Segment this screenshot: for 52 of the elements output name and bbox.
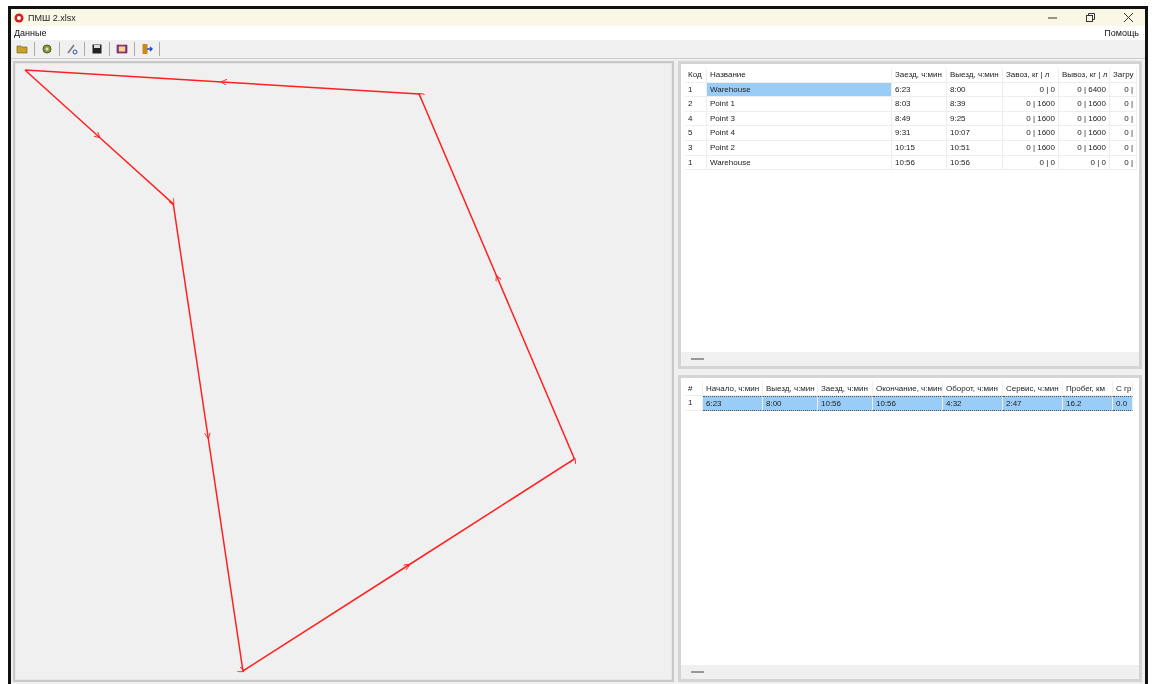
table-cell: 2:47 (1003, 396, 1063, 411)
column-header[interactable]: Выезд, ч:мин (947, 68, 1003, 83)
book-button[interactable] (114, 41, 130, 57)
column-header[interactable]: Заезд, ч:мин (818, 381, 873, 397)
table-cell: 8:39 (947, 97, 1003, 112)
save-icon (91, 43, 103, 55)
table-cell: Point 4 (707, 126, 892, 141)
close-icon (1123, 13, 1133, 22)
folder-icon (16, 43, 28, 55)
column-header[interactable]: # (685, 381, 703, 397)
table-cell: Point 1 (707, 97, 892, 112)
table-cell: 10:56 (873, 396, 943, 411)
column-header[interactable]: Вывоз, кг | л (1059, 68, 1110, 83)
table-cell: 16.2 (1063, 396, 1113, 411)
table-cell: 8:00 (763, 396, 818, 411)
column-header[interactable]: Начало, ч:мин (703, 381, 763, 397)
table-cell: 0 | 1600 (1059, 97, 1110, 112)
table-cell: 1 (685, 396, 703, 411)
column-header[interactable]: Код (685, 68, 707, 83)
table-cell: 5 (685, 126, 707, 141)
table-cell: 8:03 (892, 97, 947, 112)
menu-item[interactable]: Помощь (1104, 28, 1139, 38)
column-header[interactable]: Пробег, км (1063, 381, 1113, 397)
table-cell: 9:31 (892, 126, 947, 141)
menu-item[interactable]: Данные (14, 28, 47, 38)
table-cell: 0 | (1110, 126, 1137, 141)
exit-icon (141, 43, 153, 55)
column-header[interactable]: Выезд, ч:мин (763, 381, 818, 397)
table-cell: 0 | (1110, 97, 1137, 112)
window-title: ПМШ 2.xlsx (28, 12, 77, 23)
book-icon (116, 43, 128, 55)
restore-icon (1085, 13, 1095, 22)
scrollbar[interactable] (681, 351, 1139, 366)
column-header[interactable]: С гр (1113, 381, 1133, 397)
table-cell: 0 | 1600 (1059, 126, 1110, 141)
column-header[interactable]: Сервис, ч:мин (1003, 381, 1063, 397)
column-header[interactable]: Окончание, ч:мин (873, 381, 943, 397)
column-header[interactable]: Заезд, ч:мин (892, 68, 947, 83)
table-cell: 10:56 (818, 396, 873, 411)
table-cell: 0 | 1600 (1003, 126, 1059, 141)
column-header[interactable]: Завоз, кг | л (1003, 68, 1059, 83)
table-cell: 4:32 (943, 396, 1003, 411)
scrollbar[interactable] (681, 665, 1139, 679)
table-cell: 6:23 (703, 396, 763, 411)
column-header[interactable]: Загру (1110, 68, 1137, 83)
column-header[interactable]: Название (707, 68, 892, 83)
table-cell: 0 | 1600 (1003, 97, 1059, 112)
column-header[interactable]: Оборот, ч:мин (943, 381, 1003, 397)
table-cell: 10:07 (947, 126, 1003, 141)
table-cell: 2 (685, 97, 707, 112)
app-icon (14, 12, 24, 23)
table-cell: 0.0 (1113, 396, 1133, 411)
